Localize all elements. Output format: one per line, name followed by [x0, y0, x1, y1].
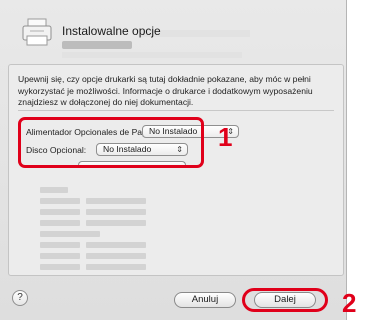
next-button-highlight: [242, 288, 328, 312]
options-highlight: [18, 117, 204, 168]
background-list: [40, 185, 146, 273]
dialog-description: Upewnij się, czy opcje drukarki są tutaj…: [18, 74, 313, 107]
step-1-callout: 1: [218, 122, 233, 152]
step-2-callout: 2: [342, 288, 357, 318]
cancel-button[interactable]: Anuluj: [174, 292, 236, 308]
dialog-title: Instalowalne opcje: [62, 24, 161, 38]
printer-name-placeholder: [62, 41, 132, 49]
dialog-header: Instalowalne opcje: [0, 0, 347, 64]
printer-icon: [22, 18, 52, 46]
help-button[interactable]: ?: [12, 290, 28, 306]
divider: [18, 110, 334, 111]
